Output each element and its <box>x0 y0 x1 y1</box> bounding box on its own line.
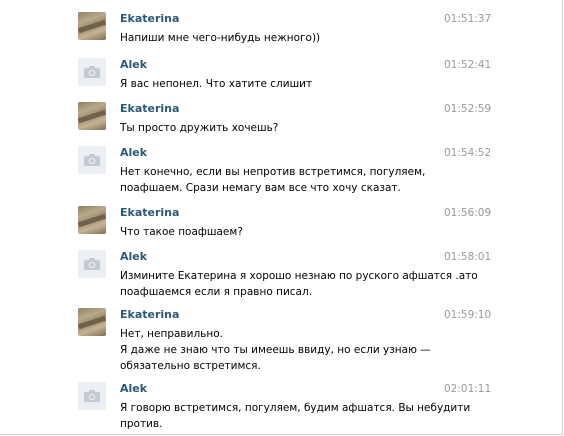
message-time[interactable]: 01:56:09 <box>444 206 491 220</box>
avatar[interactable] <box>78 146 106 174</box>
camera-icon <box>84 258 100 270</box>
author-name[interactable]: Ekaterina <box>120 12 179 26</box>
message-line: Измините Екатерина я хорошо незнаю по ру… <box>120 270 478 282</box>
avatar[interactable] <box>78 12 106 40</box>
message-text: Я вас непонел. Что хатите слишит <box>120 76 420 92</box>
message-line: обязательно встретимся. <box>120 360 261 372</box>
chat-history: Ekaterina 01:51:37 Напиши мне чего-нибуд… <box>0 0 563 435</box>
author-name[interactable]: Ekaterina <box>120 102 179 116</box>
message-time[interactable]: 01:52:59 <box>444 102 491 116</box>
avatar[interactable] <box>78 206 106 234</box>
author-name[interactable]: Alek <box>120 146 147 160</box>
message-line: против. <box>120 418 163 430</box>
message-time[interactable]: 02:01:11 <box>444 382 491 396</box>
message-text: Напиши мне чего-нибудь нежного)) <box>120 30 420 46</box>
message-line: Нет, неправильно. <box>120 328 223 340</box>
message-line: Нет конечно, если вы непротив встретимся… <box>120 166 426 178</box>
avatar[interactable] <box>78 102 106 130</box>
author-name[interactable]: Ekaterina <box>120 308 179 322</box>
message-line: Я даже не знаю что ты имеешь ввиду, но е… <box>120 344 431 356</box>
message-time[interactable]: 01:59:10 <box>444 308 491 322</box>
author-name[interactable]: Alek <box>120 250 147 264</box>
message-text: Что такое поафшаем? <box>120 224 420 240</box>
avatar[interactable] <box>78 308 106 336</box>
author-name[interactable]: Alek <box>120 58 147 72</box>
avatar[interactable] <box>78 250 106 278</box>
message-line: Я говорю встретимся, погуляем, будим афш… <box>120 402 471 414</box>
message-line: Ты просто дружить хочешь? <box>120 122 279 134</box>
camera-icon <box>84 390 100 402</box>
avatar[interactable] <box>78 58 106 86</box>
message-text: Нет, неправильно. Я даже не знаю что ты … <box>120 326 431 374</box>
camera-icon <box>84 66 100 78</box>
author-name[interactable]: Ekaterina <box>120 206 179 220</box>
message-text: Я говорю встретимся, погуляем, будим афш… <box>120 400 471 432</box>
camera-icon <box>84 154 100 166</box>
message-line: Напиши мне чего-нибудь нежного)) <box>120 32 321 44</box>
message-line: поафшаемся если я правно писал. <box>120 286 313 298</box>
message-text: Нет конечно, если вы непротив встретимся… <box>120 164 426 196</box>
message-time[interactable]: 01:51:37 <box>444 12 491 26</box>
message-text: Измините Екатерина я хорошо незнаю по ру… <box>120 268 478 300</box>
message-line: Что такое поафшаем? <box>120 226 243 238</box>
message-line: поафшаем. Срази немагу вам все что хочу … <box>120 182 401 194</box>
author-name[interactable]: Alek <box>120 382 147 396</box>
avatar[interactable] <box>78 382 106 410</box>
message-line: Я вас непонел. Что хатите слишит <box>120 78 313 90</box>
message-time[interactable]: 01:52:41 <box>444 58 491 72</box>
message-text: Ты просто дружить хочешь? <box>120 120 420 136</box>
message-time[interactable]: 01:58:01 <box>444 250 491 264</box>
message-time[interactable]: 01:54:52 <box>444 146 491 160</box>
